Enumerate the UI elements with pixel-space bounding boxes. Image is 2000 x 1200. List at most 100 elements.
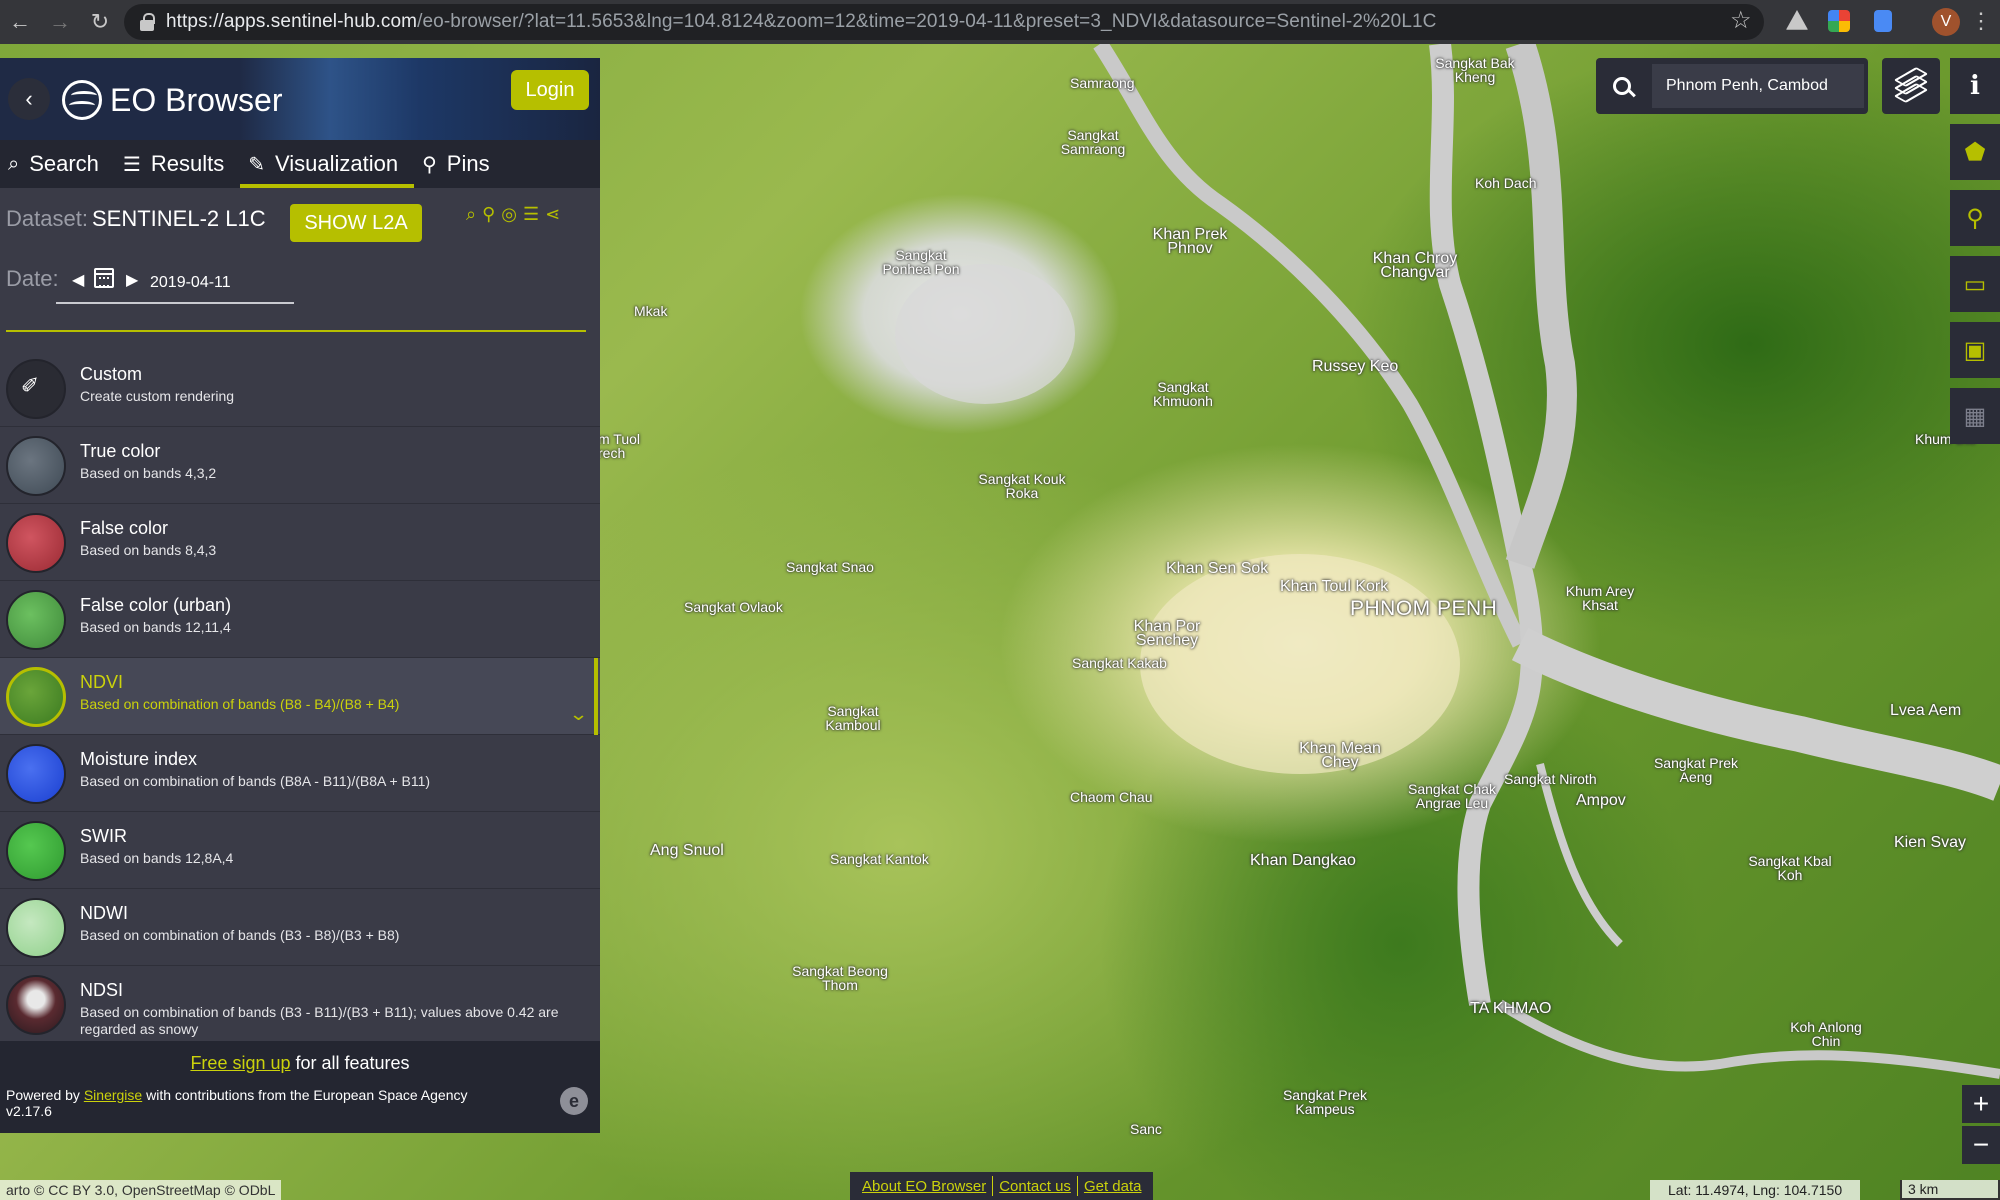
drive-extension-icon[interactable] <box>1786 10 1808 30</box>
map-label: Khan Sen Sok <box>1166 560 1269 577</box>
avatar[interactable]: V <box>1932 8 1960 36</box>
preset-title: True color <box>80 441 161 461</box>
preset-false-color[interactable]: False color Based on bands 8,4,3 <box>0 504 600 581</box>
calendar-icon[interactable] <box>94 268 114 288</box>
map-label: Russey Keo <box>1312 358 1399 375</box>
preset-title: NDWI <box>80 903 128 923</box>
pin-icon[interactable]: ⚲ <box>482 204 495 225</box>
menu-dots-icon[interactable]: ⋮ <box>1970 8 1992 34</box>
signup-link[interactable]: Free sign up <box>190 1053 290 1073</box>
map-label: Sangkat Beong Thom <box>792 963 888 993</box>
share-icon[interactable]: ⋖ <box>545 204 560 225</box>
layers-icon <box>1893 67 1929 103</box>
date-value[interactable]: 2019-04-11 <box>150 274 231 292</box>
next-date-icon[interactable]: ▶ <box>126 270 138 290</box>
zoom-in-button[interactable]: + <box>1962 1085 2000 1123</box>
map-label: Sangkat Prek Aeng <box>1653 755 1739 785</box>
search-icon: ⌕ <box>8 152 20 175</box>
preset-desc: Based on combination of bands (B8 - B4)/… <box>80 696 400 712</box>
map-label: Sangkat Chak Angrae Leu <box>1408 781 1496 811</box>
esa-logo-icon[interactable]: e <box>560 1087 588 1115</box>
preset-thumbnail <box>6 436 66 496</box>
map-label: Samraong <box>1070 75 1135 91</box>
chevron-left-icon: ‹ <box>25 86 33 111</box>
map-label: Sangkat Prek Kampeus <box>1282 1087 1368 1117</box>
tab-visualization[interactable]: ✎ Visualization <box>240 140 415 188</box>
map-label: Sangkat Niroth <box>1504 771 1597 787</box>
compare-icon[interactable]: ◎ <box>501 204 517 225</box>
docs-extension-icon[interactable] <box>1874 10 1892 32</box>
previous-date-icon[interactable]: ◀ <box>72 270 84 290</box>
ruler-icon: ▭ <box>1963 270 1987 298</box>
info-button[interactable]: i <box>1950 58 2000 114</box>
map-label: TA KHMAO <box>1470 1000 1552 1017</box>
powered-by-text: Powered by Sinergise with contributions … <box>6 1087 468 1119</box>
map-label: Sangkat Samraong <box>1060 127 1126 157</box>
dataset-row: Dataset: SENTINEL-2 L1C SHOW L2A ⌕ ⚲ ◎ ☰… <box>0 188 600 252</box>
tab-pins[interactable]: ⚲ Pins <box>414 140 505 188</box>
bookmark-star-icon[interactable]: ☆ <box>1730 6 1752 35</box>
map-label: Chaom Chau <box>1070 789 1153 805</box>
address-bar[interactable]: https://apps.sentinel-hub.com/eo-browser… <box>124 4 1764 40</box>
map-label: Ang Snuol <box>650 842 724 859</box>
back-arrow-icon[interactable]: ← <box>0 0 40 44</box>
preset-false-color-urban[interactable]: False color (urban) Based on bands 12,11… <box>0 581 600 658</box>
get-data-link[interactable]: Get data <box>1078 1178 1148 1195</box>
timelapse-button[interactable]: ▦ <box>1950 388 2000 444</box>
url-text[interactable]: https://apps.sentinel-hub.com/eo-browser… <box>166 11 1437 33</box>
colorful-extension-icon[interactable] <box>1828 10 1850 32</box>
chevron-double-down-icon[interactable]: ⌄ <box>569 704 589 725</box>
preset-thumbnail <box>6 821 66 881</box>
tab-search[interactable]: ⌕ Search <box>0 140 115 188</box>
tab-results[interactable]: ☰ Results <box>115 140 240 188</box>
preset-title: SWIR <box>80 826 127 846</box>
map-label: Koh Anlong Chin <box>1790 1019 1862 1049</box>
layers-button[interactable] <box>1882 58 1940 114</box>
cursor-coordinates: Lat: 11.4974, Lng: 104.7150 <box>1650 1180 1861 1200</box>
map-label: m Tuol rech <box>598 431 641 461</box>
preset-thumbnail <box>6 513 66 573</box>
preset-swir[interactable]: SWIR Based on bands 12,8A,4 <box>0 812 600 889</box>
date-row: Date: ◀ ▶ 2019-04-11 <box>0 258 600 308</box>
lock-icon <box>140 13 155 31</box>
aoi-tool-button[interactable]: ⬟ <box>1950 124 2000 180</box>
map-label: PHNOM PENH <box>1350 597 1498 620</box>
tab-bar: ⌕ Search ☰ Results ✎ Visualization ⚲ Pins <box>0 140 600 188</box>
preset-desc: Based on combination of bands (B3 - B11)… <box>80 1004 559 1037</box>
show-l2a-button[interactable]: SHOW L2A <box>290 204 422 242</box>
map-label: Sangkat Kouk Roka <box>978 471 1066 501</box>
preset-title: False color <box>80 518 169 538</box>
preset-title: Moisture index <box>80 749 198 769</box>
effects-icon[interactable]: ☰ <box>523 204 539 225</box>
login-button[interactable]: Login <box>511 70 589 110</box>
preset-custom[interactable]: ✐ Custom Create custom rendering <box>0 350 600 427</box>
about-link[interactable]: About EO Browser <box>856 1178 992 1195</box>
preset-thumbnail <box>6 590 66 650</box>
zoom-out-button[interactable]: − <box>1962 1126 2000 1164</box>
search-icon[interactable] <box>1596 58 1648 114</box>
zoom-to-tile-icon[interactable]: ⌕ <box>466 204 476 225</box>
preset-thumbnail <box>6 898 66 958</box>
collapse-panel-button[interactable]: ‹ <box>8 78 50 120</box>
forward-arrow-icon[interactable]: → <box>40 0 80 44</box>
map-label: Sangkat Kamboul <box>825 703 881 733</box>
map-label: Khum Arey Khsat <box>1565 583 1635 613</box>
image-download-button[interactable]: ▣ <box>1950 322 2000 378</box>
browser-toolbar: ← → ↻ https://apps.sentinel-hub.com/eo-b… <box>0 0 2000 44</box>
dataset-value: SENTINEL-2 L1C <box>92 206 266 231</box>
brush-icon: ✎ <box>248 153 265 176</box>
preset-moisture-index[interactable]: Moisture index Based on combination of b… <box>0 735 600 812</box>
divider <box>6 330 586 332</box>
contact-link[interactable]: Contact us <box>993 1178 1077 1195</box>
preset-ndsi[interactable]: NDSI Based on combination of bands (B3 -… <box>0 966 600 1043</box>
location-search-input[interactable] <box>1652 64 1864 108</box>
preset-thumbnail <box>6 744 66 804</box>
measure-tool-button[interactable]: ▭ <box>1950 256 2000 312</box>
preset-ndwi[interactable]: NDWI Based on combination of bands (B3 -… <box>0 889 600 966</box>
poi-tool-button[interactable]: ⚲ <box>1950 190 2000 246</box>
pentagon-icon: ⬟ <box>1964 138 1986 166</box>
reload-icon[interactable]: ↻ <box>80 0 120 44</box>
preset-true-color[interactable]: True color Based on bands 4,3,2 <box>0 427 600 504</box>
sinergise-link[interactable]: Sinergise <box>84 1087 142 1103</box>
preset-ndvi[interactable]: NDVI Based on combination of bands (B8 -… <box>0 658 600 735</box>
